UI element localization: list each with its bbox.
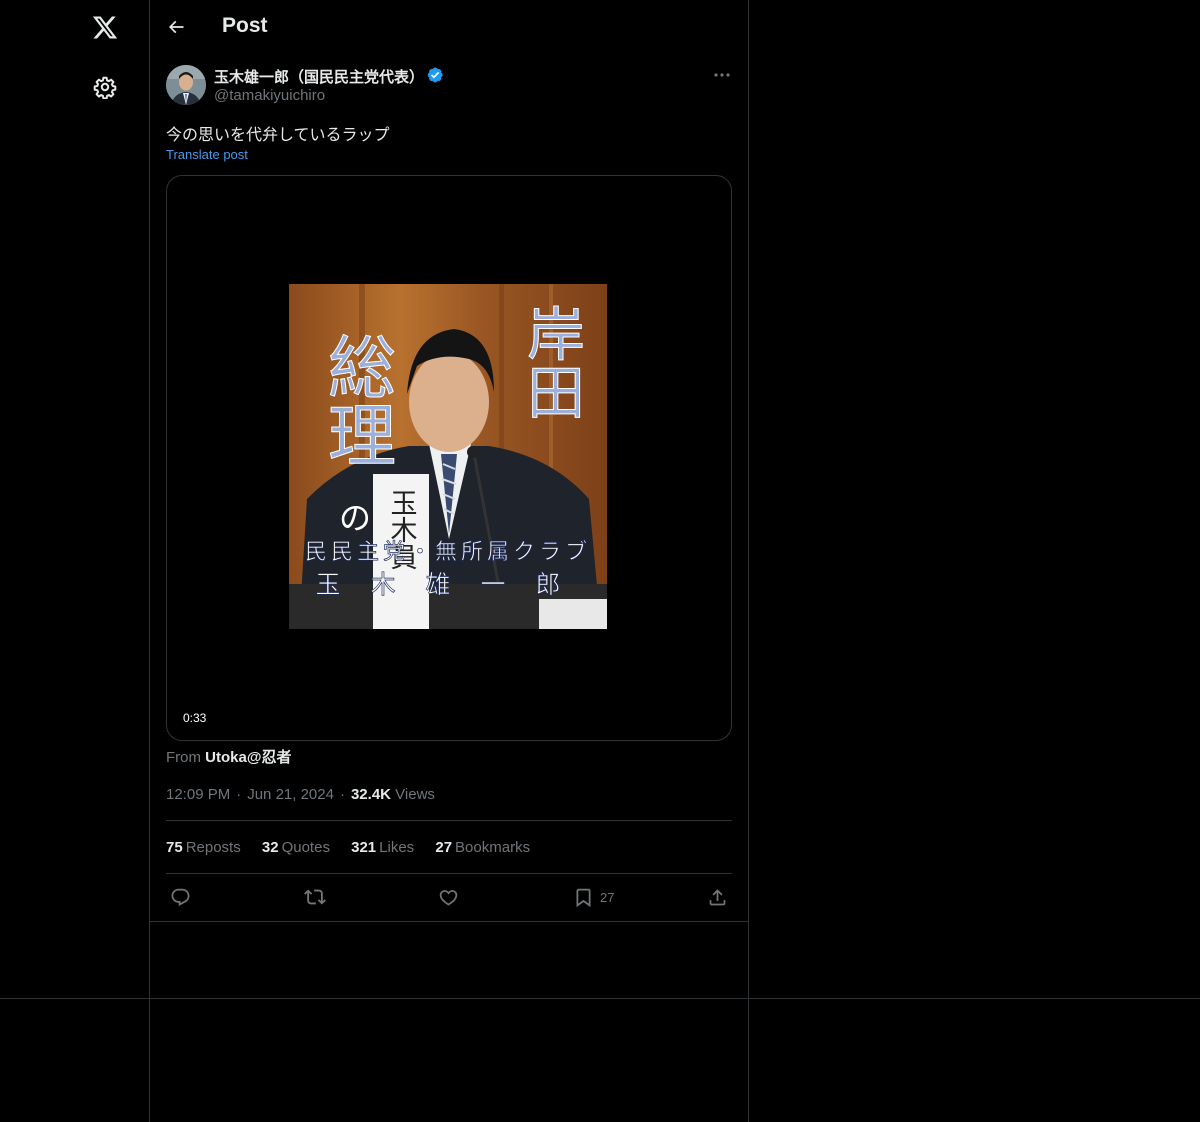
repost-icon [304,889,326,905]
post-header: Post [150,0,748,54]
bookmark-icon [576,888,591,907]
source-attribution: From Utoka@忍者 [166,746,291,767]
reply-button[interactable] [170,886,191,908]
post-stats: 75 Reposts 32 Quotes 321 Likes 27 Bookmarks [166,839,547,856]
stats-divider-bottom [166,873,732,874]
back-arrow-icon [168,20,184,34]
settings-icon [93,76,117,99]
video-caption-line1: 民民主党・無所属クラブ [305,540,591,565]
post-text: 今の思いを代弁しているラップ [166,127,390,144]
video-overlay-top-right: 岸田 [517,304,585,420]
translate-post-link[interactable]: Translate post [166,147,248,162]
video-overlay-left: 総理 [316,332,395,468]
share-icon [709,888,726,905]
actions-divider [150,921,748,922]
bookmark-count: 27 [600,889,615,905]
video-thumbnail: 岸田 総理 の 玉木員 民民主党・無所属クラブ 玉木雄一郎 [289,284,607,629]
verified-badge-icon [427,67,443,83]
video-overlay-left-small: の [339,499,371,537]
quotes-stat[interactable]: 32 Quotes [262,839,330,856]
bottom-divider [0,998,1200,999]
likes-stat[interactable]: 321 Likes [351,839,414,856]
like-icon [439,889,458,906]
video-duration: 0:33 [177,710,213,726]
post-time[interactable]: 12:09 PM [166,786,230,803]
post-meta: 12:09 PM · Jun 21, 2024 · 32.4K Views [166,786,435,803]
author-name[interactable]: 玉木雄一郎（国民民主党代表） [214,66,424,87]
bookmark-button[interactable]: 27 [573,886,614,908]
more-button[interactable] [710,66,734,84]
source-prefix: From [166,749,201,766]
like-button[interactable] [438,886,459,908]
video-player[interactable]: 岸田 総理 の 玉木員 民民主党・無所属クラブ 玉木雄一郎 0:33 [166,175,732,741]
avatar[interactable] [166,65,206,105]
reposts-stat[interactable]: 75 Reposts [166,839,241,856]
post-date[interactable]: Jun 21, 2024 [247,786,334,803]
x-logo-button[interactable] [88,10,122,44]
video-frame: 岸田 総理 の 玉木員 民民主党・無所属クラブ 玉木雄一郎 [289,284,607,629]
views-count: 32.4K [350,786,391,803]
back-button[interactable] [164,15,188,39]
page-title: Post [222,14,268,37]
share-button[interactable] [707,886,728,908]
reply-icon [171,888,190,906]
avatar-image [166,65,206,105]
stats-divider-top [166,820,732,821]
author-handle[interactable]: @tamakiyuichiro [214,87,325,104]
repost-button[interactable] [304,886,326,908]
x-logo-icon [92,16,118,38]
more-icon [714,73,730,77]
main-column-border [748,0,749,1122]
bookmarks-stat[interactable]: 27 Bookmarks [435,839,530,856]
views-label: Views [395,786,435,803]
left-column-border [149,0,150,1122]
source-account-link[interactable]: Utoka@忍者 [205,749,291,766]
settings-button[interactable] [92,74,118,100]
video-caption-line2: 玉木雄一郎 [315,570,590,599]
